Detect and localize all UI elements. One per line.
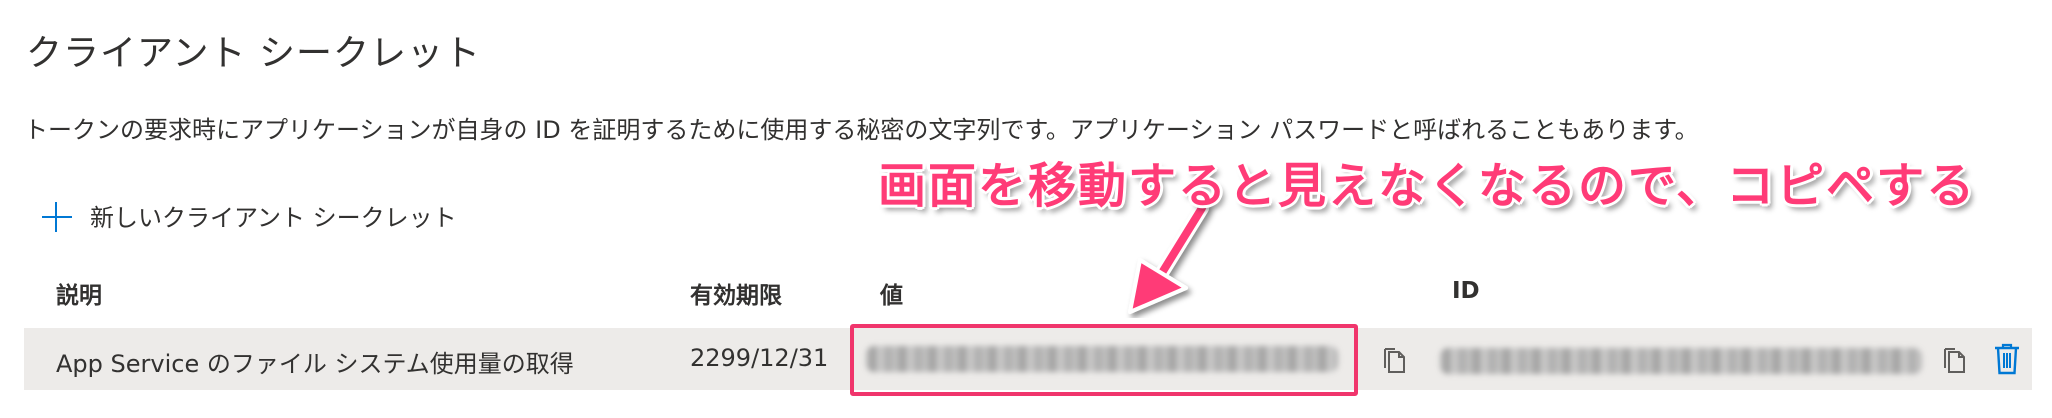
delete-secret-trash-icon[interactable]: [1992, 342, 2022, 376]
secret-expires-cell: 2299/12/31: [690, 344, 829, 372]
new-client-secret-button[interactable]: 新しいクライアント シークレット: [40, 198, 457, 233]
section-description: トークンの要求時にアプリケーションが自身の ID を証明するために使用する秘密の…: [24, 116, 1699, 144]
new-client-secret-label: 新しいクライアント シークレット: [90, 204, 457, 232]
column-header-value[interactable]: 値: [880, 276, 903, 310]
column-header-description[interactable]: 説明: [56, 276, 102, 310]
annotation-arrow-icon: [1128, 201, 1209, 314]
copy-value-icon[interactable]: [1380, 346, 1408, 376]
column-header-expires[interactable]: 有効期限: [690, 276, 782, 310]
page-title: クライアント シークレット: [26, 33, 482, 74]
plus-icon: [40, 200, 72, 232]
secret-description-cell: App Service のファイル システム使用量の取得: [56, 350, 574, 378]
column-header-id[interactable]: ID: [1452, 278, 1480, 304]
annotation-callout: 画面を移動すると見えなくなるので、コピペする: [878, 158, 1977, 214]
value-highlight-box: [850, 324, 1358, 396]
copy-id-icon[interactable]: [1940, 346, 1968, 376]
secret-id-redacted: [1440, 348, 1922, 374]
